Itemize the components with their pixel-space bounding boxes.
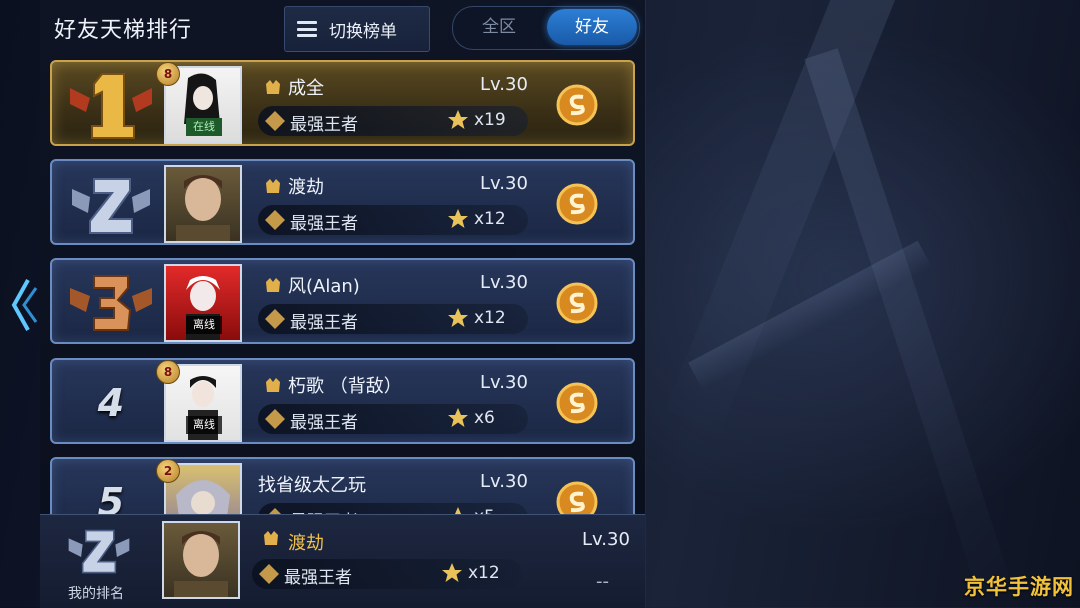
star-icon <box>448 308 468 327</box>
tab-friends[interactable]: 好友 <box>547 9 637 45</box>
gift-coin-icon[interactable] <box>556 84 598 126</box>
level-badge: 2 <box>156 459 180 483</box>
player-name: 风(Alan) <box>288 276 360 297</box>
level-badge: 8 <box>156 62 180 86</box>
gift-coin-icon[interactable] <box>556 382 598 424</box>
star-count: x19 <box>474 110 506 130</box>
avatar[interactable]: 离线 <box>164 264 242 342</box>
switch-list-label: 切换榜单 <box>329 21 397 42</box>
star-icon <box>448 110 468 129</box>
tab-all[interactable]: 全区 <box>453 7 545 47</box>
crown-icon <box>266 179 280 193</box>
rank-row-1[interactable]: 8 在线 成全 Lv.30 最强王者 x19 <box>50 60 635 146</box>
avatar[interactable] <box>164 165 242 243</box>
status-tag: 离线 <box>186 316 222 334</box>
player-name: 找省级太乙玩 <box>258 475 366 496</box>
star-count: x12 <box>474 209 506 229</box>
tier-name: 最强王者 <box>290 313 358 333</box>
star-count: x12 <box>468 563 500 583</box>
tier-bar: 最强王者 x19 <box>258 106 528 136</box>
rank-row-2[interactable]: 渡劫 Lv.30 最强王者 x12 <box>50 159 635 245</box>
player-level: Lv.30 <box>480 372 528 393</box>
star-icon <box>448 408 468 427</box>
crown-icon <box>266 80 280 94</box>
my-rank-emblem-icon <box>68 529 130 574</box>
tier-emblem-icon <box>259 564 279 584</box>
gift-coin-icon[interactable] <box>556 282 598 324</box>
star-icon <box>442 563 462 582</box>
watermark: 京华手游网 <box>964 575 1074 599</box>
my-rank-bar: 我的排名 渡劫 Lv.30 最强王者 x12 -- <box>40 514 645 608</box>
player-level: Lv.30 <box>480 74 528 95</box>
tier-emblem-icon <box>265 409 285 429</box>
gift-coin-icon[interactable] <box>556 183 598 225</box>
switch-list-button[interactable]: 切换榜单 <box>284 6 430 52</box>
star-count: x12 <box>474 308 506 328</box>
rank-row-3[interactable]: 离线 风(Alan) Lv.30 最强王者 x12 <box>50 258 635 344</box>
tier-name: 最强王者 <box>290 115 358 135</box>
rank-1-emblem-icon <box>70 73 152 139</box>
tier-bar: 最强王者 x6 <box>258 404 528 434</box>
my-tier-bar: 最强王者 x12 <box>252 559 522 589</box>
crown-icon <box>266 278 280 292</box>
level-badge: 8 <box>156 360 180 384</box>
my-avatar[interactable] <box>162 521 240 599</box>
rank-number: 4 <box>97 381 125 425</box>
my-player-name: 渡劫 <box>288 533 324 554</box>
scope-toggle: 全区 好友 <box>452 6 640 50</box>
my-player-level: Lv.30 <box>582 529 630 550</box>
crown-icon <box>264 531 278 545</box>
my-extra-value: -- <box>596 571 609 592</box>
tier-bar: 最强王者 x12 <box>258 205 528 235</box>
rank-3-emblem-icon <box>70 275 152 331</box>
background-art <box>640 0 1080 607</box>
tier-emblem-icon <box>265 309 285 329</box>
list-icon <box>297 21 317 37</box>
player-level: Lv.30 <box>480 272 528 293</box>
tier-emblem-icon <box>265 210 285 230</box>
rank-4-number: 4 <box>66 366 156 440</box>
status-tag: 离线 <box>186 416 222 434</box>
tier-name: 最强王者 <box>290 413 358 433</box>
tier-emblem-icon <box>265 111 285 131</box>
player-level: Lv.30 <box>480 471 528 492</box>
tier-name: 最强王者 <box>284 568 352 588</box>
rank-2-emblem-icon <box>72 178 150 234</box>
player-name: 朽歌 （背敌） <box>288 376 402 397</box>
player-level: Lv.30 <box>480 173 528 194</box>
crown-icon <box>266 378 280 392</box>
my-rank-label: 我的排名 <box>68 586 124 602</box>
page-title: 好友天梯排行 <box>54 18 193 43</box>
back-arrow-icon[interactable] <box>6 270 40 340</box>
status-tag: 在线 <box>186 118 222 136</box>
star-icon <box>448 209 468 228</box>
player-name: 渡劫 <box>288 177 324 198</box>
player-name: 成全 <box>288 78 324 99</box>
rank-row-4[interactable]: 4 8 离线 朽歌 （背敌） Lv.30 最强王者 x6 <box>50 358 635 444</box>
tier-bar: 最强王者 x12 <box>258 304 528 334</box>
tier-name: 最强王者 <box>290 214 358 234</box>
star-count: x6 <box>474 408 495 428</box>
